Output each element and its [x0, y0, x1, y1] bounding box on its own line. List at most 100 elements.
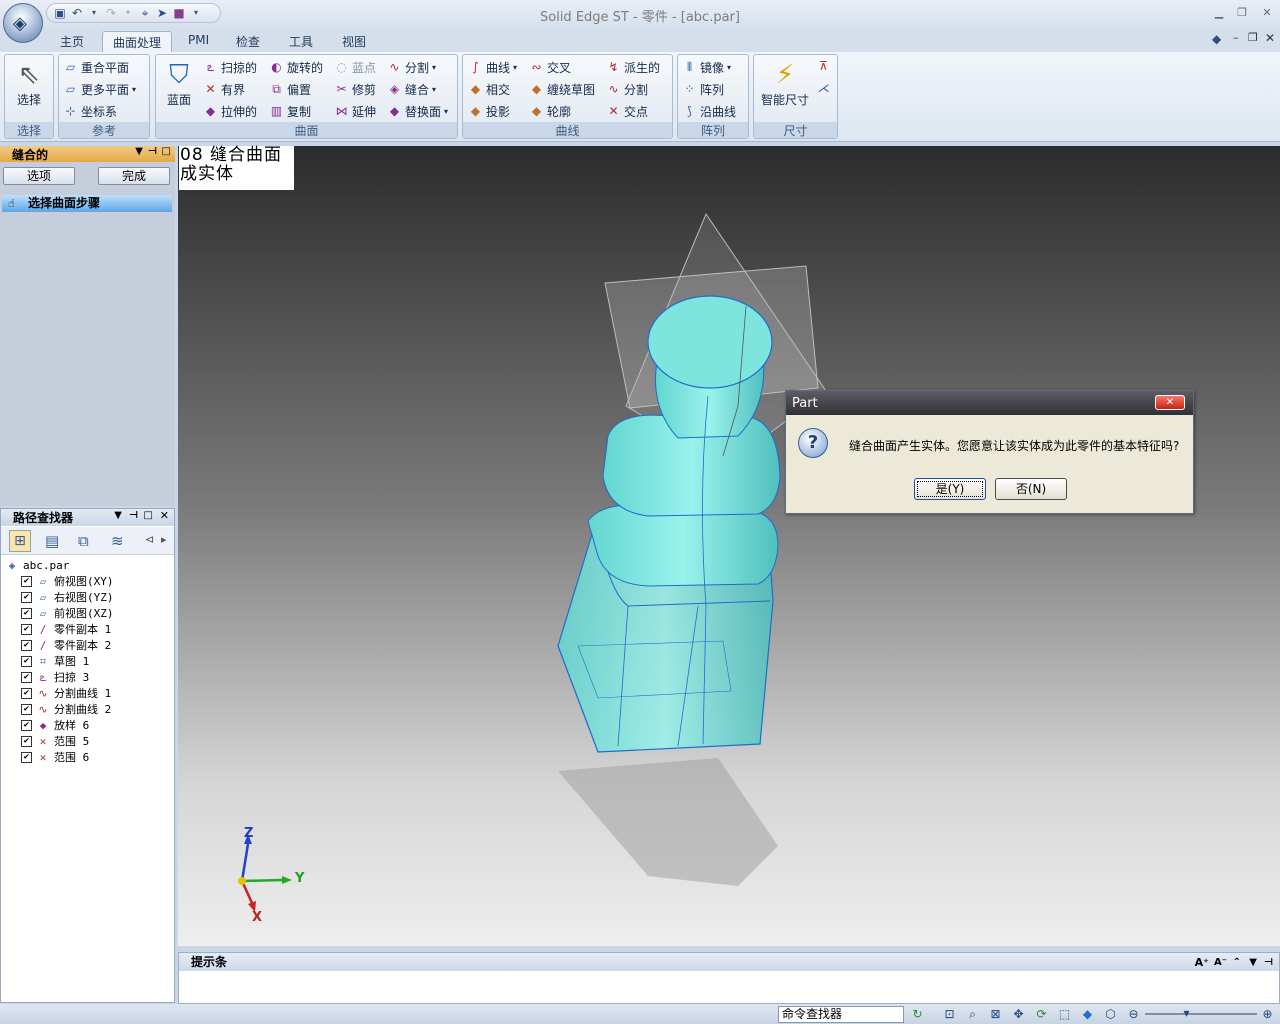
intersect-button[interactable]: ◆ 相交 — [468, 81, 510, 98]
visibility-checkbox[interactable]: ✔ — [21, 591, 32, 603]
extruded-button[interactable]: ◆ 拉伸的 — [203, 103, 257, 120]
offset-button[interactable]: ⧉ 偏置 — [269, 81, 311, 98]
redo-icon[interactable]: ↷ — [104, 6, 118, 20]
dimension-axis-button[interactable]: ⊼ — [816, 59, 831, 74]
wrap-sketch-button[interactable]: ◆ 缠绕草图 — [529, 81, 595, 98]
yes-button[interactable]: 是(Y) — [914, 478, 986, 500]
visibility-checkbox[interactable]: ✔ — [21, 607, 32, 619]
tree-item[interactable]: ✔ ▱ 前视图(XZ) — [5, 605, 114, 621]
cross-curve-button[interactable]: ∾ 交叉 — [529, 59, 571, 76]
blue-dot-button[interactable]: ◌ 蓝点 — [334, 59, 376, 76]
pane-dropdown-icon[interactable]: ▼ — [114, 510, 122, 521]
view-orientation-icon[interactable]: ⬡ — [1103, 1007, 1118, 1021]
dialog-close-button[interactable]: ✕ — [1155, 395, 1185, 410]
trim-button[interactable]: ✂ 修剪 — [334, 81, 376, 98]
zoom-out-icon[interactable]: ⊖ — [1126, 1007, 1141, 1021]
mirror-button[interactable]: ⫴ 镜像 ▾ — [682, 59, 731, 76]
tree-item[interactable]: ✔ ◆ 放样 6 — [5, 717, 114, 733]
tab-tools[interactable]: 工具 — [279, 31, 323, 52]
zoom-icon[interactable]: ⌕ — [965, 1007, 980, 1021]
along-curve-button[interactable]: ⟆ 沿曲线 — [682, 103, 736, 120]
pane-dropdown-icon[interactable]: ▼ — [135, 146, 143, 157]
revolved-button[interactable]: ◐ 旋转的 — [269, 59, 323, 76]
pin-icon[interactable]: ⊣ — [129, 510, 138, 521]
doc-close-button[interactable]: ✕ — [1265, 31, 1275, 45]
collapse-up-icon[interactable]: ⌃ — [1233, 954, 1241, 972]
zoom-slider-thumb[interactable]: ▾ — [1179, 1006, 1194, 1020]
contour-button[interactable]: ◆ 轮廓 — [529, 103, 571, 120]
feature-tree-tab-icon[interactable]: ⊞ — [9, 530, 31, 552]
tab-home[interactable]: 主页 — [50, 31, 94, 52]
tab-surfacing[interactable]: 曲面处理 — [102, 31, 173, 52]
view-cube-icon[interactable]: ◆ — [1080, 1007, 1095, 1021]
zoom-area-icon[interactable]: ⊡ — [942, 1007, 957, 1021]
coordinate-system-button[interactable]: ⊹ 坐标系 — [63, 103, 117, 120]
visibility-checkbox[interactable]: ✔ — [21, 687, 32, 699]
visibility-checkbox[interactable]: ✔ — [21, 575, 32, 587]
coincident-plane-button[interactable]: ▱ 重合平面 — [63, 59, 129, 76]
redo-dropdown-icon[interactable]: ▾ — [121, 6, 135, 20]
part-icon[interactable]: ■ — [172, 6, 186, 20]
rotate-icon[interactable]: ⟳ — [1034, 1007, 1049, 1021]
intersection-point-button[interactable]: ✕ 交点 — [606, 103, 648, 120]
curve-button[interactable]: ∫ 曲线 ▾ — [468, 59, 517, 76]
tab-view[interactable]: 视图 — [332, 31, 376, 52]
pin-icon[interactable]: ⊣ — [1264, 954, 1273, 972]
extend-button[interactable]: ⋈ 延伸 — [334, 103, 377, 120]
angle-dimension-button[interactable]: ⋌ — [816, 81, 831, 96]
command-finder-input[interactable]: 命令查找器 — [778, 1006, 904, 1023]
tree-item[interactable]: ✔ ∿ 分割曲线 2 — [5, 701, 114, 717]
tab-pmi[interactable]: PMI — [178, 31, 219, 52]
zoom-in-icon[interactable]: ⊕ — [1260, 1007, 1275, 1021]
font-increase-icon[interactable]: A⁺ — [1195, 954, 1209, 972]
stitch-button[interactable]: ◈ 缝合 ▾ — [387, 81, 436, 98]
visibility-checkbox[interactable]: ✔ — [21, 623, 32, 635]
tree-item[interactable]: ✔ ∕ 零件副本 2 — [5, 637, 114, 653]
minimize-button[interactable]: ▁ — [1210, 5, 1228, 21]
application-button[interactable]: ◈ — [3, 3, 43, 43]
scroll-left-icon[interactable]: ⊲ — [145, 533, 154, 546]
swept-button[interactable]: ఽ 扫掠的 — [203, 59, 257, 76]
help-icon[interactable]: ◆ — [1212, 32, 1221, 46]
tree-item[interactable]: ✔ ✕ 范围 6 — [5, 749, 114, 765]
tree-root[interactable]: ◈ abc.par — [5, 557, 114, 573]
close-button[interactable]: ✕ — [1258, 5, 1276, 21]
restore-pane-icon[interactable]: □ — [162, 146, 171, 157]
close-pane-icon[interactable]: ✕ — [160, 509, 169, 522]
tree-item[interactable]: ✔ ∿ 分割曲线 1 — [5, 685, 114, 701]
customize-qat-icon[interactable]: ▾ — [189, 6, 203, 20]
undo-icon[interactable]: ↶ — [70, 6, 84, 20]
doc-restore-button[interactable]: ❐ — [1248, 31, 1258, 44]
visibility-checkbox[interactable]: ✔ — [21, 655, 32, 667]
undo-dropdown-icon[interactable]: ▾ — [87, 6, 101, 20]
copy-button[interactable]: ▥ 复制 — [269, 103, 311, 120]
tree-item[interactable]: ✔ ▱ 右视图(YZ) — [5, 589, 114, 605]
visibility-checkbox[interactable]: ✔ — [21, 751, 32, 763]
visibility-checkbox[interactable]: ✔ — [21, 671, 32, 683]
assembly-tab-icon[interactable]: ⧉ — [78, 532, 89, 550]
visibility-checkbox[interactable]: ✔ — [21, 639, 32, 651]
smart-dimension-button[interactable]: ⚡ 智能尺寸 — [756, 59, 814, 108]
blue-surface-button[interactable]: ⛉ 蓝面 — [160, 59, 198, 108]
help-pointer-icon[interactable]: ⌖ — [138, 6, 152, 20]
pane-dropdown-icon[interactable]: ▼ — [1249, 954, 1257, 972]
fit-icon[interactable]: ⊠ — [988, 1007, 1003, 1021]
zoom-slider[interactable] — [1145, 1013, 1257, 1015]
more-planes-button[interactable]: ▱ 更多平面 ▾ — [63, 81, 136, 98]
tree-item[interactable]: ✔ ∕ 零件副本 1 — [5, 621, 114, 637]
spin-icon[interactable]: ⬚ — [1057, 1007, 1072, 1021]
go-icon[interactable]: ↻ — [910, 1007, 925, 1021]
bounded-button[interactable]: ✕ 有界 — [203, 81, 245, 98]
restore-pane-icon[interactable]: □ — [144, 510, 153, 521]
split-curve-button[interactable]: ∿ 分割 — [606, 81, 648, 98]
scroll-right-icon[interactable]: ▸ — [161, 533, 167, 546]
layers-tab-icon[interactable]: ▤ — [45, 532, 59, 550]
replace-face-button[interactable]: ◆ 替换面 ▾ — [387, 103, 448, 120]
doc-minimize-button[interactable]: – — [1233, 31, 1239, 44]
maximize-button[interactable]: ❐ — [1233, 5, 1251, 21]
split-button[interactable]: ∿ 分割 ▾ — [387, 59, 436, 76]
tab-inspect[interactable]: 检查 — [226, 31, 270, 52]
pin-icon[interactable]: ⊣ — [148, 146, 157, 157]
visibility-checkbox[interactable]: ✔ — [21, 703, 32, 715]
tree-item[interactable]: ✔ ⌗ 草图 1 — [5, 653, 114, 669]
